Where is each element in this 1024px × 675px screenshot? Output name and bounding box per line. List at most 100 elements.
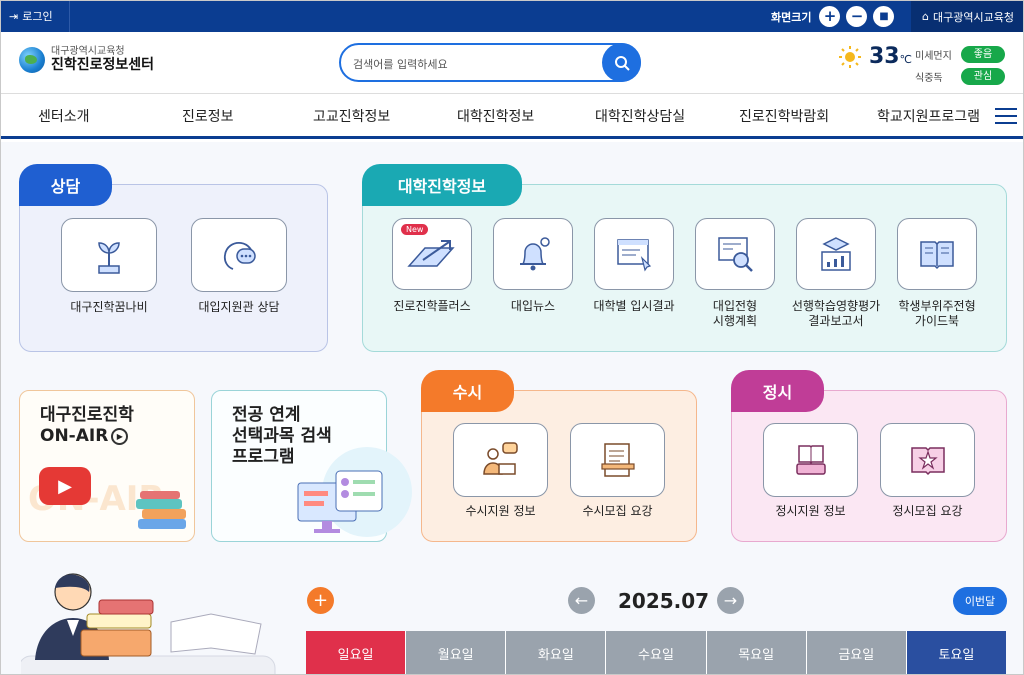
next-month-button[interactable]: → bbox=[717, 587, 744, 614]
divider bbox=[69, 1, 70, 32]
susi-label: 수시모집 요강 bbox=[582, 504, 653, 518]
major-line3: 프로그램 bbox=[232, 447, 295, 467]
jungsi-tile[interactable] bbox=[763, 423, 858, 497]
counsel-label: 대구진학꿈나비 bbox=[70, 300, 148, 314]
nav-item[interactable]: 학교지원프로그램 bbox=[877, 106, 980, 126]
major-search-card[interactable]: 전공 연계 선택과목 검색 프로그램 bbox=[211, 390, 412, 542]
chart-board-icon bbox=[617, 239, 652, 272]
prev-month-button[interactable]: ← bbox=[568, 587, 595, 614]
monitor-checklist-illustration bbox=[297, 470, 383, 533]
weekday-saturday: 토요일 bbox=[906, 631, 1006, 674]
susi-tile[interactable] bbox=[570, 423, 665, 497]
header: 대구광역시교육청 진학진로정보센터 검색어를 입력하세요 33℃ 미세먼지 좋음 … bbox=[1, 32, 1023, 94]
weekday-thursday: 목요일 bbox=[706, 631, 807, 674]
main-nav: 센터소개 진로정보 고교진학정보 대학진학정보 대학진학상담실 진로진학박람회 … bbox=[1, 94, 1023, 139]
nav-item[interactable]: 대학진학정보 bbox=[457, 106, 534, 126]
susi-tile[interactable] bbox=[453, 423, 548, 497]
univ-tile[interactable] bbox=[695, 218, 775, 290]
fine-dust-badge: 좋음 bbox=[961, 45, 1005, 63]
calendar-weekdays: 일요일 월요일 화요일 수요일 목요일 금요일 토요일 bbox=[306, 631, 1006, 674]
univ-label-line1: 선행학습영향평가 bbox=[791, 299, 881, 313]
counsel-tile[interactable] bbox=[191, 218, 287, 292]
univ-tile[interactable] bbox=[493, 218, 573, 290]
zoom-controls: 화면크기 + − ■ bbox=[771, 6, 895, 27]
office-label: 대구광역시교육청 bbox=[933, 10, 1014, 24]
student-character-illustration bbox=[21, 573, 276, 674]
chat-head-icon bbox=[223, 242, 256, 270]
jungsi-label: 정시지원 정보 bbox=[775, 504, 846, 518]
temperature-value: 33 bbox=[869, 44, 900, 69]
globe-logo-icon bbox=[19, 46, 45, 73]
counsel-tile[interactable] bbox=[61, 218, 157, 292]
login-link[interactable]: ⇥ 로그인 bbox=[9, 8, 53, 24]
bell-icon bbox=[520, 237, 550, 271]
home-icon: ⌂ bbox=[922, 10, 929, 23]
graduation-chart-icon bbox=[821, 237, 851, 271]
univ-label-line2: 결과보고서 bbox=[808, 314, 864, 328]
zoom-reset-button[interactable]: ■ bbox=[873, 6, 895, 27]
sun-icon bbox=[839, 45, 861, 68]
counsel-title: 상담 bbox=[19, 164, 112, 206]
univ-info-title: 대학진학정보 bbox=[362, 164, 522, 206]
major-line1: 전공 연계 bbox=[232, 405, 301, 425]
nav-item[interactable]: 센터소개 bbox=[38, 106, 90, 126]
counsel-label: 대입지원관 상담 bbox=[198, 300, 280, 314]
search-box: 검색어를 입력하세요 bbox=[339, 43, 641, 82]
arrow-plus-icon bbox=[407, 240, 455, 267]
jungsi-title: 정시 bbox=[731, 370, 824, 412]
major-title: 전공 연계 선택과목 검색 프로그램 bbox=[232, 405, 332, 468]
search-input[interactable]: 검색어를 입력하세요 bbox=[353, 56, 448, 72]
univ-tile[interactable]: New bbox=[392, 218, 472, 290]
univ-label: 진로진학플러스 bbox=[393, 299, 471, 313]
univ-tile[interactable] bbox=[897, 218, 977, 290]
onair-card[interactable]: ON-AIR 대구진로진학 ON-AIR ▶ ▶ bbox=[19, 390, 195, 542]
weekday-monday: 월요일 bbox=[406, 631, 507, 674]
open-book-icon bbox=[920, 241, 954, 270]
food-poison-badge: 관심 bbox=[961, 67, 1005, 85]
nav-item[interactable]: 고교진학정보 bbox=[313, 106, 390, 126]
youtube-icon: ▶ bbox=[39, 467, 91, 505]
calendar-month: 2025.07 bbox=[618, 589, 710, 613]
document-pen-icon bbox=[600, 443, 635, 477]
logo-subtitle: 대구광역시교육청 bbox=[51, 46, 125, 57]
main-content: 상담 대구진학꿈나비 대입지원관 상담 대학진학정보 New 진로진학플러스 대… bbox=[1, 142, 1023, 674]
book-stack-illustration bbox=[136, 491, 186, 529]
univ-label-line2: 가이드북 bbox=[914, 314, 960, 328]
zoom-out-button[interactable]: − bbox=[846, 6, 868, 27]
search-button[interactable] bbox=[602, 43, 641, 82]
book-stack-icon bbox=[795, 445, 826, 475]
add-event-button[interactable]: + bbox=[307, 587, 334, 614]
univ-label: 대학별 입시결과 bbox=[593, 299, 675, 313]
onair-title: 대구진로진학 ON-AIR ▶ bbox=[40, 405, 134, 447]
person-laptop-icon bbox=[482, 442, 518, 475]
office-link[interactable]: ⌂ 대구광역시교육청 bbox=[911, 1, 1023, 32]
new-badge: New bbox=[401, 224, 429, 235]
univ-label-line1: 학생부위주전형 bbox=[898, 299, 976, 313]
susi-label: 수시지원 정보 bbox=[465, 504, 536, 518]
login-icon: ⇥ bbox=[9, 9, 19, 23]
search-icon bbox=[614, 55, 630, 71]
onair-line1: 대구진로진학 bbox=[40, 405, 134, 425]
weather-widget: 33℃ bbox=[839, 44, 912, 69]
nav-item[interactable]: 진로진학박람회 bbox=[739, 106, 829, 126]
univ-label: 학생부위주전형 가이드북 bbox=[887, 299, 987, 329]
menu-icon[interactable] bbox=[995, 108, 1017, 124]
nav-item[interactable]: 진로정보 bbox=[182, 106, 234, 126]
univ-tile[interactable] bbox=[594, 218, 674, 290]
page: ⇥ 로그인 화면크기 + − ■ ⌂ 대구광역시교육청 대구광역시교육청 진학진… bbox=[0, 0, 1024, 675]
major-line2: 선택과목 검색 bbox=[232, 426, 332, 446]
univ-label: 대입뉴스 bbox=[510, 299, 556, 313]
weekday-tuesday: 화요일 bbox=[506, 631, 607, 674]
play-circle-icon: ▶ bbox=[111, 428, 129, 445]
univ-tile[interactable] bbox=[796, 218, 876, 290]
susi-title: 수시 bbox=[421, 370, 514, 412]
weekday-friday: 금요일 bbox=[806, 631, 907, 674]
temperature: 33℃ bbox=[869, 44, 912, 69]
jungsi-tile[interactable] bbox=[880, 423, 975, 497]
nav-item[interactable]: 대학진학상담실 bbox=[595, 106, 685, 126]
site-logo[interactable]: 대구광역시교육청 진학진로정보센터 bbox=[19, 46, 154, 73]
this-month-button[interactable]: 이번달 bbox=[953, 587, 1007, 615]
food-poison-label: 식중독 bbox=[915, 72, 943, 84]
univ-label: 선행학습영향평가 결과보고서 bbox=[786, 299, 886, 329]
zoom-in-button[interactable]: + bbox=[819, 6, 841, 27]
